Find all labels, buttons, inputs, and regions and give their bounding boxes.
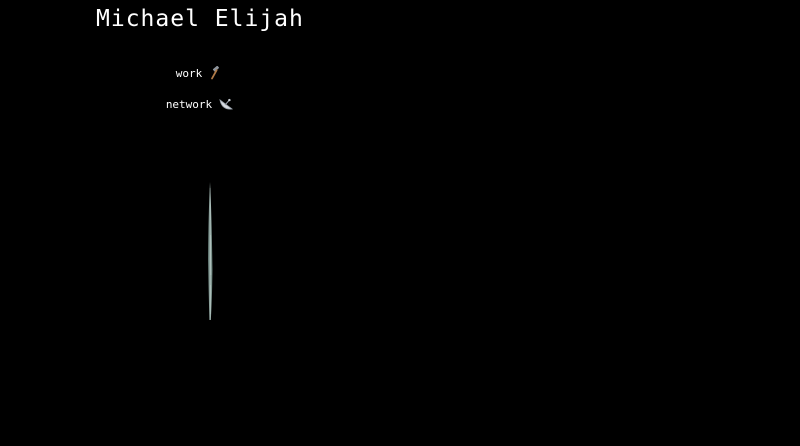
- coin-edge-graphic: [208, 182, 213, 320]
- nav-link-work[interactable]: work: [120, 60, 280, 86]
- hammer-icon: [208, 66, 224, 80]
- main-nav: work network: [120, 60, 280, 122]
- nav-link-network-label: network: [165, 97, 213, 111]
- site-title: Michael Elijah: [96, 6, 304, 32]
- nav-link-work-label: work: [175, 66, 203, 80]
- rotating-coin-visual: [202, 180, 218, 322]
- nav-link-network[interactable]: network: [120, 91, 280, 117]
- satellite-dish-icon: [218, 97, 234, 111]
